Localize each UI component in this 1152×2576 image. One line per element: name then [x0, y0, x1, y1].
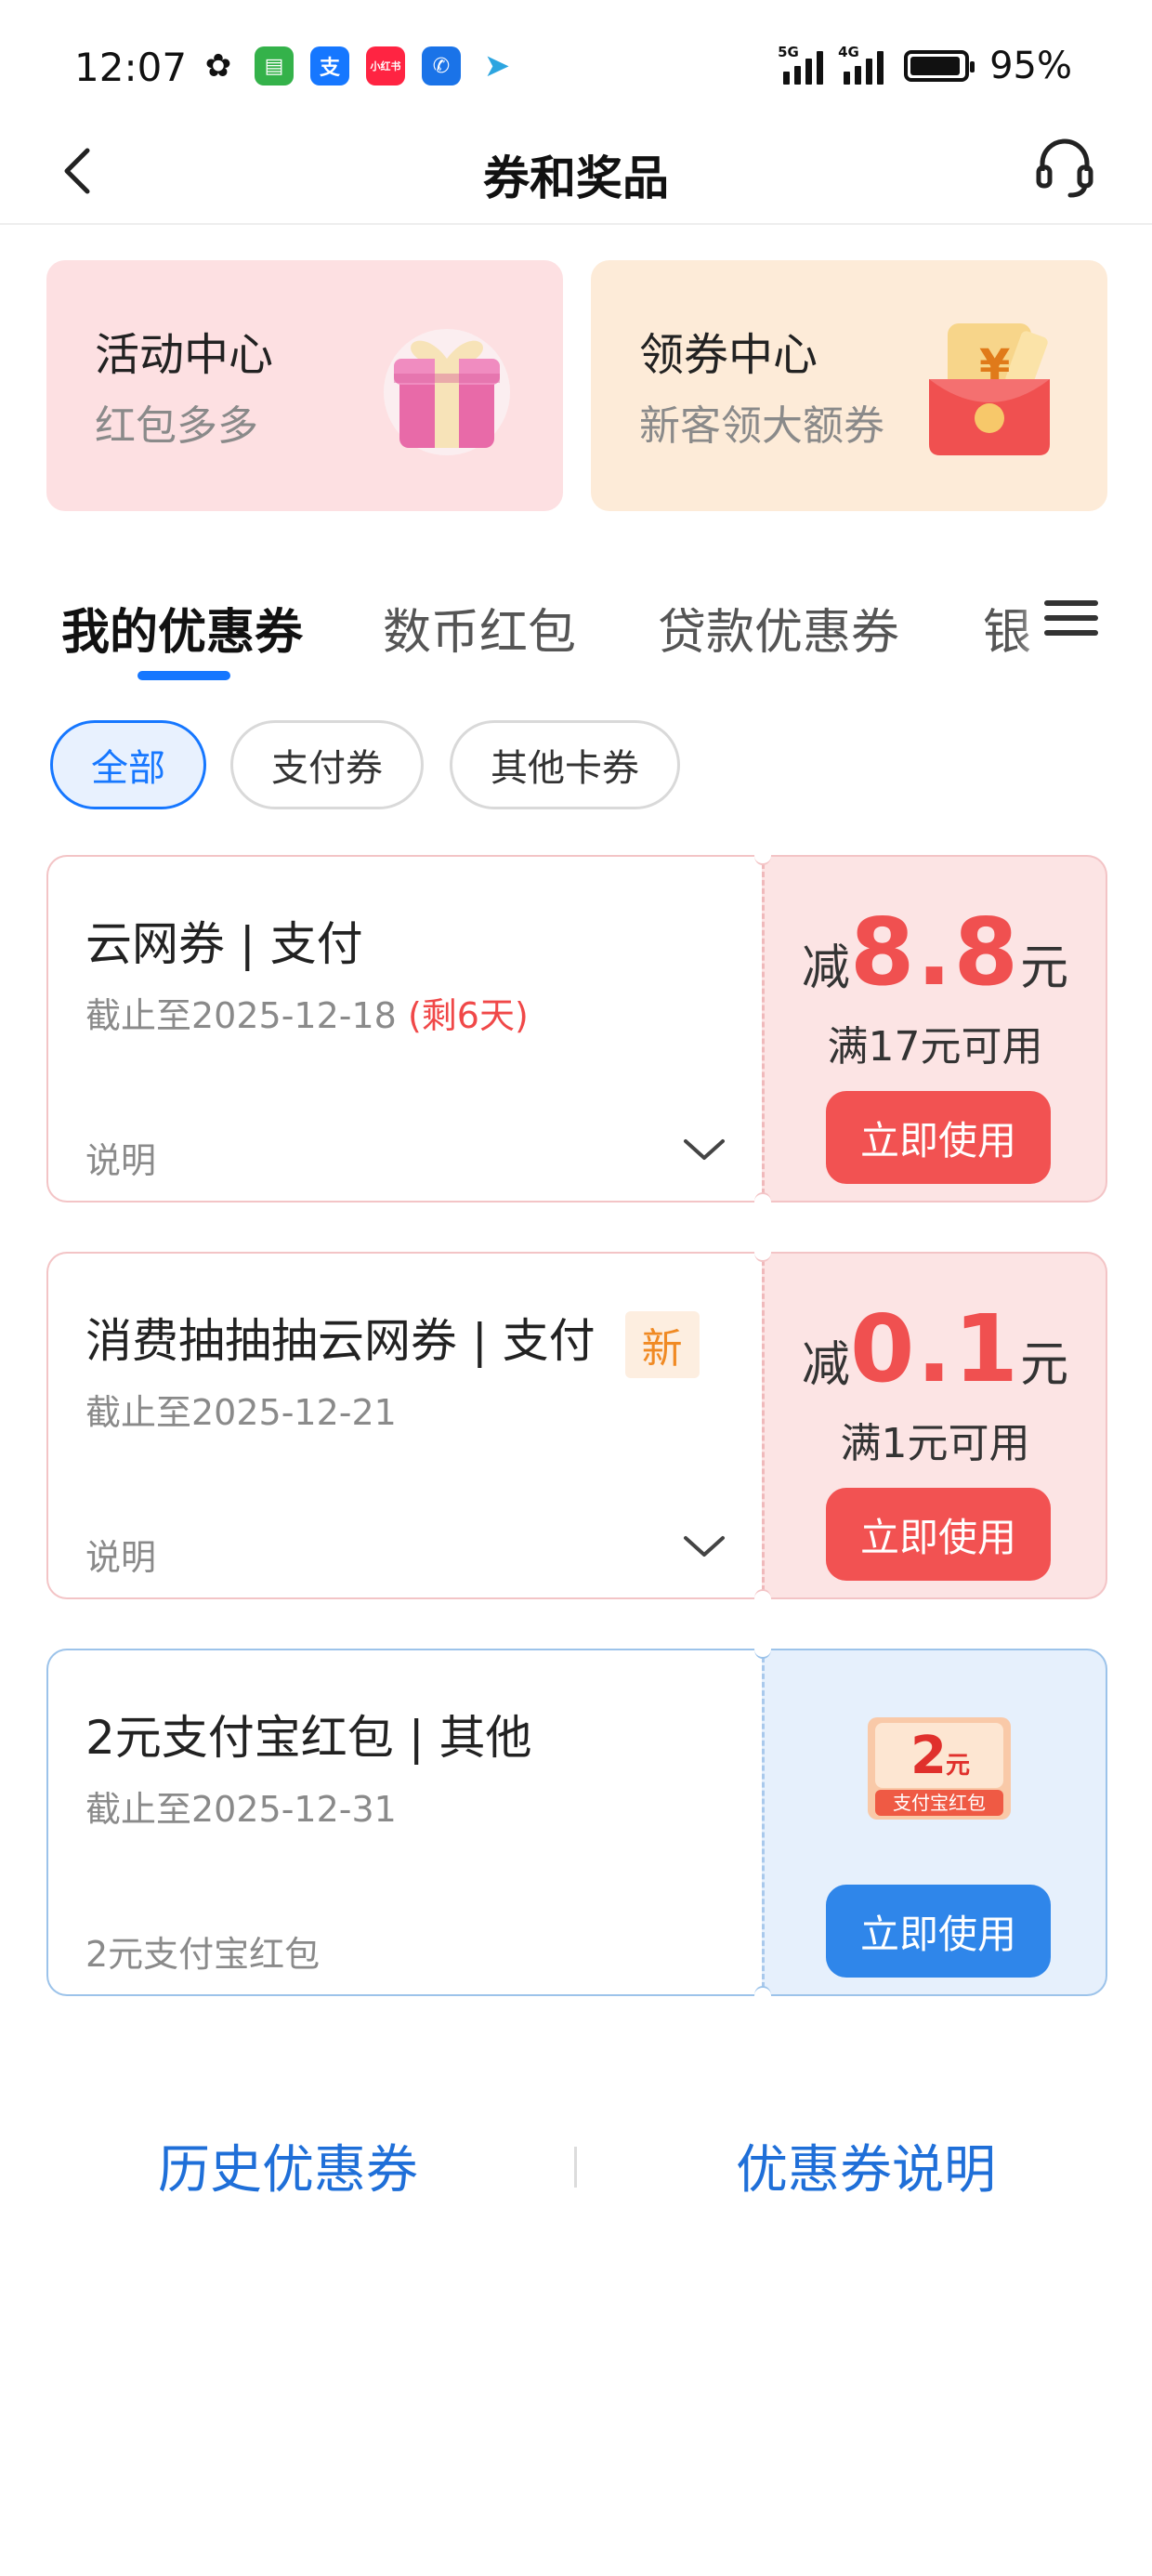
coupon-expiry: 截止至2025-12-18 (剩6天): [85, 987, 529, 1038]
menu-icon-line: [1044, 615, 1098, 621]
status-bar: 12:07 ✿ ▤ 支 小红书 ✆ ➤ 5G 4G 95%: [0, 0, 1152, 121]
menu-icon-line: [1044, 600, 1098, 606]
use-now-button[interactable]: 立即使用: [826, 1885, 1051, 1978]
activity-center-subtitle: 红包多多: [95, 402, 258, 450]
amount-prefix: 减: [801, 940, 850, 996]
coupon-info: 云网券 | 支付 截止至2025-12-18 (剩6天) 说明: [46, 855, 762, 1203]
tab-loan-coupons[interactable]: 贷款优惠券: [658, 593, 899, 663]
coupon-remaining-days: (剩6天): [407, 995, 529, 1036]
coupon-condition: 满17元可用: [827, 1023, 1043, 1071]
coupon-condition: 满1元可用: [840, 1420, 1030, 1467]
coupon-desc: 说明: [85, 1140, 157, 1181]
amount-unit: 元: [1020, 940, 1069, 996]
filter-other-cards[interactable]: 其他卡券: [450, 720, 680, 809]
coupon-card: 2元支付宝红包 | 其他 截止至2025-12-31 2元支付宝红包 2 元 支…: [46, 1640, 1107, 2004]
coupon-center-card[interactable]: 领券中心 新客领大额券 ¥: [591, 260, 1107, 511]
coupon-value-panel: 2 元 支付宝红包 立即使用: [762, 1649, 1107, 1996]
messages-icon: ▤: [255, 46, 294, 85]
alipay-red-packet-image: 2 元 支付宝红包: [868, 1717, 1011, 1820]
status-right: 5G 4G 95%: [778, 44, 1072, 87]
coupon-center-subtitle: 新客领大额券: [639, 402, 884, 450]
use-now-button[interactable]: 立即使用: [826, 1091, 1051, 1184]
coupon-value-panel: 减0.1元 满1元可用 立即使用: [762, 1252, 1107, 1599]
activity-center-card[interactable]: 活动中心 红包多多: [46, 260, 563, 511]
red-envelope-icon: ¥: [929, 323, 1050, 455]
coupon-desc: 2元支付宝红包: [85, 1934, 321, 1975]
xiaohongshu-icon: 小红书: [366, 46, 405, 85]
coupon-info: 2元支付宝红包 | 其他 截止至2025-12-31 2元支付宝红包: [46, 1649, 762, 1996]
coupon-explain-link[interactable]: 优惠券说明: [736, 2128, 996, 2203]
coupon-value-panel: 减8.8元 满17元可用 立即使用: [762, 855, 1107, 1203]
chevron-down-icon[interactable]: [682, 1532, 727, 1560]
ticket-notch: [754, 847, 771, 865]
new-badge: 新: [624, 1310, 700, 1378]
menu-icon-line: [1044, 630, 1098, 636]
ticket-notch: [754, 1986, 771, 2004]
customer-service-button[interactable]: [1028, 130, 1102, 204]
coupon-card: 消费抽抽抽云网券 | 支付新 截止至2025-12-21 说明 减0.1元 满1…: [46, 1243, 1107, 1608]
red-packet-amount: 2: [910, 1726, 947, 1786]
coupon-card: 云网券 | 支付 截止至2025-12-18 (剩6天) 说明 减8.8元 满1…: [46, 847, 1107, 1211]
filter-payment[interactable]: 支付券: [230, 720, 424, 809]
history-coupons-link[interactable]: 历史优惠券: [158, 2128, 418, 2203]
tab-menu-button[interactable]: [1044, 593, 1098, 651]
footer-divider: [574, 2147, 577, 2188]
tab-digital-red-packet[interactable]: 数币红包: [383, 593, 576, 663]
coupon-amount: 减8.8元: [765, 898, 1106, 1006]
page-title: 券和奖品: [483, 151, 669, 205]
network-4g-label: 4G: [838, 44, 859, 60]
notification-icons: ✿ ▤ 支 小红书 ✆ ➤: [199, 46, 517, 85]
alipay-icon: 支: [310, 46, 349, 85]
red-packet-label: 支付宝红包: [893, 1792, 986, 1814]
status-time: 12:07: [74, 45, 188, 90]
coupon-title: 消费抽抽抽云网券 | 支付新: [85, 1304, 700, 1378]
nav-bar: 券和奖品: [0, 121, 1152, 225]
network-5g-label: 5G: [778, 44, 799, 60]
coupon-title: 云网券 | 支付: [85, 917, 363, 971]
phone-icon: ✆: [422, 46, 461, 85]
tab-my-coupons[interactable]: 我的优惠券: [61, 593, 303, 663]
headset-icon: [1036, 138, 1093, 198]
coupon-expiry: 截止至2025-12-31: [85, 1789, 397, 1830]
activity-center-title: 活动中心: [95, 329, 274, 381]
coupon-info: 消费抽抽抽云网券 | 支付新 截止至2025-12-21 说明: [46, 1252, 762, 1599]
coupon-desc: 说明: [85, 1537, 157, 1578]
coupon-title: 2元支付宝红包 | 其他: [85, 1711, 532, 1765]
ticket-notch: [754, 1192, 771, 1211]
use-now-button[interactable]: 立即使用: [826, 1488, 1051, 1581]
battery-percent: 95%: [989, 45, 1072, 87]
telegram-icon: ➤: [483, 47, 511, 85]
gift-box-icon: [384, 329, 510, 455]
battery-icon: [904, 50, 975, 82]
wechat-icon: ✿: [204, 47, 232, 85]
ticket-notch: [754, 1243, 771, 1262]
signal-5g-icon: 5G: [778, 44, 824, 85]
red-packet-unit: 元: [946, 1752, 970, 1780]
amount-prefix: 减: [801, 1337, 850, 1393]
amount-value: 0.1: [849, 1295, 1021, 1403]
filter-all[interactable]: 全部: [50, 720, 206, 809]
amount-unit: 元: [1020, 1337, 1069, 1393]
coupon-expiry: 截止至2025-12-21: [85, 1392, 397, 1433]
coupon-amount: 减0.1元: [765, 1295, 1106, 1403]
coupon-expiry-date: 截止至2025-12-18: [85, 995, 397, 1036]
ticket-notch: [754, 1640, 771, 1659]
amount-value: 8.8: [849, 898, 1021, 1006]
active-tab-indicator: [137, 671, 230, 680]
coupon-title-text: 消费抽抽抽云网券 | 支付: [85, 1314, 596, 1368]
coupon-tabs: 我的优惠券 数币红包 贷款优惠券 银: [0, 558, 1152, 688]
coupon-center-title: 领券中心: [639, 329, 818, 381]
ticket-notch: [754, 1589, 771, 1608]
signal-4g-icon: 4G: [838, 44, 884, 85]
chevron-down-icon[interactable]: [682, 1136, 727, 1163]
